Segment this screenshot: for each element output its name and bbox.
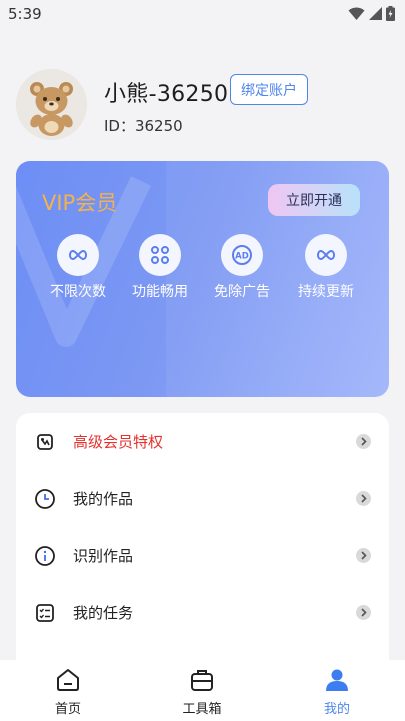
menu-card: 高级会员特权 我的作品 识别作品 我的任务 <box>16 413 389 683</box>
perk-label: 功能畅用 <box>132 284 188 300</box>
perk-icon-circle <box>57 234 99 276</box>
tab-mine[interactable]: 我的 <box>297 668 377 717</box>
status-bar: 5:39 <box>0 0 405 30</box>
chevron-right-icon <box>356 605 371 620</box>
tab-label: 首页 <box>54 702 81 717</box>
toolbox-icon <box>191 670 213 691</box>
infinity-icon <box>317 249 335 261</box>
perk-label: 不限次数 <box>50 284 106 300</box>
perk-features[interactable]: 功能畅用 <box>118 234 202 301</box>
vip-privilege-icon <box>33 430 57 454</box>
svg-text:AD: AD <box>235 252 249 262</box>
task-list-icon <box>33 601 57 625</box>
battery-icon <box>386 6 395 21</box>
open-vip-button[interactable]: 立即开通 <box>268 184 360 216</box>
chevron-right-icon <box>356 548 371 563</box>
perk-icon-circle: AD <box>221 234 263 276</box>
status-icons <box>348 6 395 21</box>
vip-title: VIP会员 <box>42 191 118 215</box>
perk-updates[interactable]: 持续更新 <box>284 234 368 301</box>
tab-label: 我的 <box>323 702 350 717</box>
command-icon <box>151 246 169 264</box>
tab-label: 工具箱 <box>182 702 222 717</box>
status-time: 5:39 <box>8 5 42 23</box>
home-icon <box>57 669 79 691</box>
perk-unlimited[interactable]: 不限次数 <box>36 234 120 301</box>
wifi-icon <box>348 6 365 20</box>
infinity-icon <box>69 249 87 261</box>
menu-item-label: 我的作品 <box>73 490 134 508</box>
menu-item-my-works[interactable]: 我的作品 <box>16 470 389 527</box>
perk-no-ads[interactable]: AD 免除广告 <box>200 234 284 301</box>
menu-item-my-tasks[interactable]: 我的任务 <box>16 584 389 641</box>
avatar[interactable] <box>16 69 87 140</box>
cell-signal-icon <box>369 7 382 20</box>
info-icon <box>33 544 57 568</box>
profile-icon <box>326 669 348 691</box>
menu-item-label: 高级会员特权 <box>73 433 164 451</box>
perk-label: 持续更新 <box>298 284 354 300</box>
bottom-tab-bar: 首页 工具箱 我的 <box>0 660 405 721</box>
vip-card[interactable]: VIP会员 立即开通 不限次数 功能畅用 AD 免除广告 持续更新 <box>16 161 389 397</box>
bear-avatar-icon <box>16 69 87 140</box>
tab-home[interactable]: 首页 <box>28 668 108 717</box>
clock-icon <box>33 487 57 511</box>
username: 小熊-36250 <box>104 82 229 107</box>
bind-account-button[interactable]: 绑定账户 <box>230 74 308 105</box>
chevron-right-icon <box>356 434 371 449</box>
perk-icon-circle <box>139 234 181 276</box>
perk-label: 免除广告 <box>214 284 270 300</box>
menu-item-vip-privilege[interactable]: 高级会员特权 <box>16 413 389 470</box>
menu-item-recognized-works[interactable]: 识别作品 <box>16 527 389 584</box>
no-ads-icon: AD <box>232 245 252 265</box>
chevron-right-icon <box>356 491 371 506</box>
user-id: ID：36250 <box>104 117 183 135</box>
tab-toolbox[interactable]: 工具箱 <box>162 668 242 717</box>
menu-item-label: 识别作品 <box>73 547 134 565</box>
menu-item-label: 我的任务 <box>73 604 134 622</box>
perk-icon-circle <box>305 234 347 276</box>
